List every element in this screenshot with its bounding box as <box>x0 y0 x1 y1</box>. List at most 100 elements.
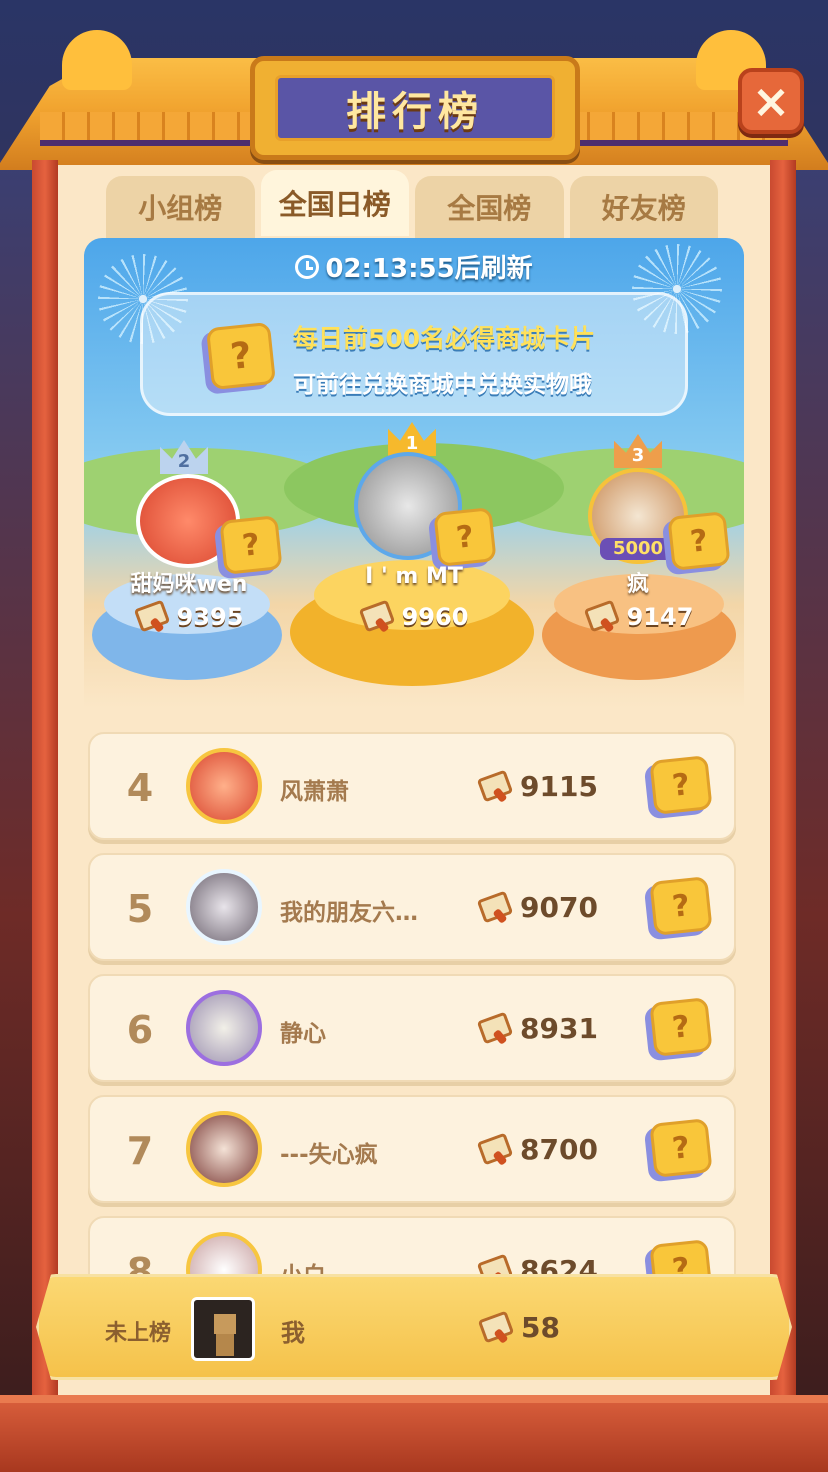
puzzle-card-icon: ? <box>649 997 713 1057</box>
reward-notice: ? 每日前500名必得商城卡片 可前往兑换商城中兑换实物哦 <box>140 292 688 416</box>
player-name: ---失心疯 <box>280 1142 378 1168</box>
avatar[interactable] <box>186 1111 262 1187</box>
rank-number: 6 <box>126 1008 154 1052</box>
crown-silver-icon: 2 <box>160 440 208 474</box>
my-score: 58 <box>479 1311 560 1344</box>
tab-group[interactable]: 小组榜 <box>106 176 255 238</box>
notice-title: 每日前500名必得商城卡片 <box>293 324 596 353</box>
avatar-figure <box>214 1314 236 1334</box>
hammer-tool-icon <box>478 893 512 923</box>
pillar-left <box>32 160 58 1410</box>
tab-label: 全国榜 <box>447 192 532 225</box>
podium-name-2: 甜妈咪wen <box>130 572 248 597</box>
player-name: 静心 <box>280 1021 326 1047</box>
reward-card-button[interactable]: ? <box>649 876 713 936</box>
score-value: 9960 <box>401 603 469 631</box>
puzzle-card-icon: ? <box>667 511 731 571</box>
reward-card-button[interactable]: ? <box>649 755 713 815</box>
tab-label: 全国日榜 <box>278 188 391 221</box>
crown-bronze-icon: 3 <box>614 434 662 468</box>
player-name: 我的朋友六… <box>280 900 418 926</box>
podium-card-2[interactable]: ? <box>219 515 283 575</box>
puzzle-card-icon: ? <box>649 876 713 936</box>
podium-card-3[interactable]: ? <box>667 511 731 571</box>
list-item[interactable]: 7 ---失心疯 8700 ? <box>88 1095 736 1203</box>
hammer-tool-icon <box>585 602 619 632</box>
card-glyph: ? <box>670 1129 692 1167</box>
score-value: 8700 <box>520 1133 598 1166</box>
score-value: 8931 <box>520 1012 598 1045</box>
score-value: 9147 <box>626 603 694 631</box>
tab-label: 好友榜 <box>601 192 686 225</box>
podium-rank: 1 <box>405 433 419 454</box>
my-rank-bar[interactable]: 未上榜 我 58 <box>36 1274 792 1380</box>
tab-label: 小组榜 <box>138 192 223 225</box>
tab-friends[interactable]: 好友榜 <box>569 176 718 238</box>
score-value: 9115 <box>520 770 598 803</box>
hammer-tool-icon <box>478 1014 512 1044</box>
rank-number: 4 <box>126 766 154 810</box>
notice-subtitle: 可前往兑换商城中兑换实物哦 <box>293 372 592 398</box>
podium-score-2: 9395 <box>114 602 264 632</box>
player-score: 9070 <box>478 891 598 924</box>
puzzle-card-icon: ? <box>649 755 713 815</box>
rank-number: 7 <box>126 1129 154 1173</box>
refresh-timer: 02:13:55后刷新 <box>84 248 744 285</box>
hammer-tool-icon <box>478 1135 512 1165</box>
score-value: 9395 <box>176 603 244 631</box>
page-title: 排行榜 <box>346 89 484 135</box>
crown-gold-icon: 1 <box>388 422 436 456</box>
reward-card-button[interactable]: ? <box>649 997 713 1057</box>
roof-eave-left <box>62 30 132 90</box>
pillar-right <box>770 160 796 1410</box>
score-value: 9070 <box>520 891 598 924</box>
player-score: 8700 <box>478 1133 598 1166</box>
refresh-timer-text: 02:13:55后刷新 <box>325 254 533 284</box>
podium-rank: 2 <box>177 451 191 472</box>
podium-board: 02:13:55后刷新 ? 每日前500名必得商城卡片 可前往兑换商城中兑换实物… <box>84 238 744 708</box>
my-name: 我 <box>281 1319 305 1347</box>
avatar[interactable] <box>186 748 262 824</box>
podium-card-1[interactable]: ? <box>433 507 497 567</box>
card-glyph: ? <box>454 518 476 556</box>
puzzle-card-icon: ? <box>433 507 497 567</box>
title-plaque-inner: 排行榜 <box>275 75 555 141</box>
list-item[interactable]: 6 静心 8931 ? <box>88 974 736 1082</box>
tab-national-daily[interactable]: 全国日榜 <box>260 170 409 236</box>
tab-national[interactable]: 全国榜 <box>415 176 564 238</box>
avatar[interactable] <box>186 869 262 945</box>
close-icon: × <box>751 74 791 128</box>
notice-card: ? <box>205 321 277 391</box>
list-item[interactable]: 4 风萧萧 9115 ? <box>88 732 736 840</box>
hammer-tool-icon <box>478 772 512 802</box>
ranking-list: 4 风萧萧 9115 ? 5 我的朋友六… 9070 ? 6 静心 8931 ?… <box>88 732 738 1337</box>
card-glyph: ? <box>688 522 710 560</box>
card-glyph: ? <box>670 1008 692 1046</box>
player-score: 8931 <box>478 1012 598 1045</box>
reward-card-button[interactable]: ? <box>649 1118 713 1178</box>
clock-icon <box>295 254 320 279</box>
avatar[interactable] <box>186 990 262 1066</box>
podium-name-3: 疯 <box>626 572 649 597</box>
score-value: 58 <box>521 1311 560 1344</box>
puzzle-card-icon: ? <box>649 1118 713 1178</box>
hammer-tool-icon <box>360 602 394 632</box>
title-plaque: 排行榜 <box>250 56 580 160</box>
player-name: 风萧萧 <box>280 779 349 805</box>
my-avatar[interactable] <box>191 1297 255 1361</box>
avatar-figure-body <box>216 1334 234 1356</box>
card-glyph: ? <box>228 334 254 378</box>
puzzle-card-icon: ? <box>205 321 277 391</box>
player-score: 9115 <box>478 770 598 803</box>
pagoda-base <box>0 1395 828 1472</box>
card-glyph: ? <box>670 766 692 804</box>
close-button[interactable]: × <box>738 68 804 134</box>
badge-5000: 5000 <box>600 538 676 560</box>
my-rank-status: 未上榜 <box>105 1321 172 1346</box>
card-glyph: ? <box>240 526 262 564</box>
rank-number: 5 <box>126 887 154 931</box>
hammer-tool-icon <box>135 602 169 632</box>
podium-score-3: 9147 <box>564 602 714 632</box>
podium-rank: 3 <box>631 445 645 466</box>
list-item[interactable]: 5 我的朋友六… 9070 ? <box>88 853 736 961</box>
